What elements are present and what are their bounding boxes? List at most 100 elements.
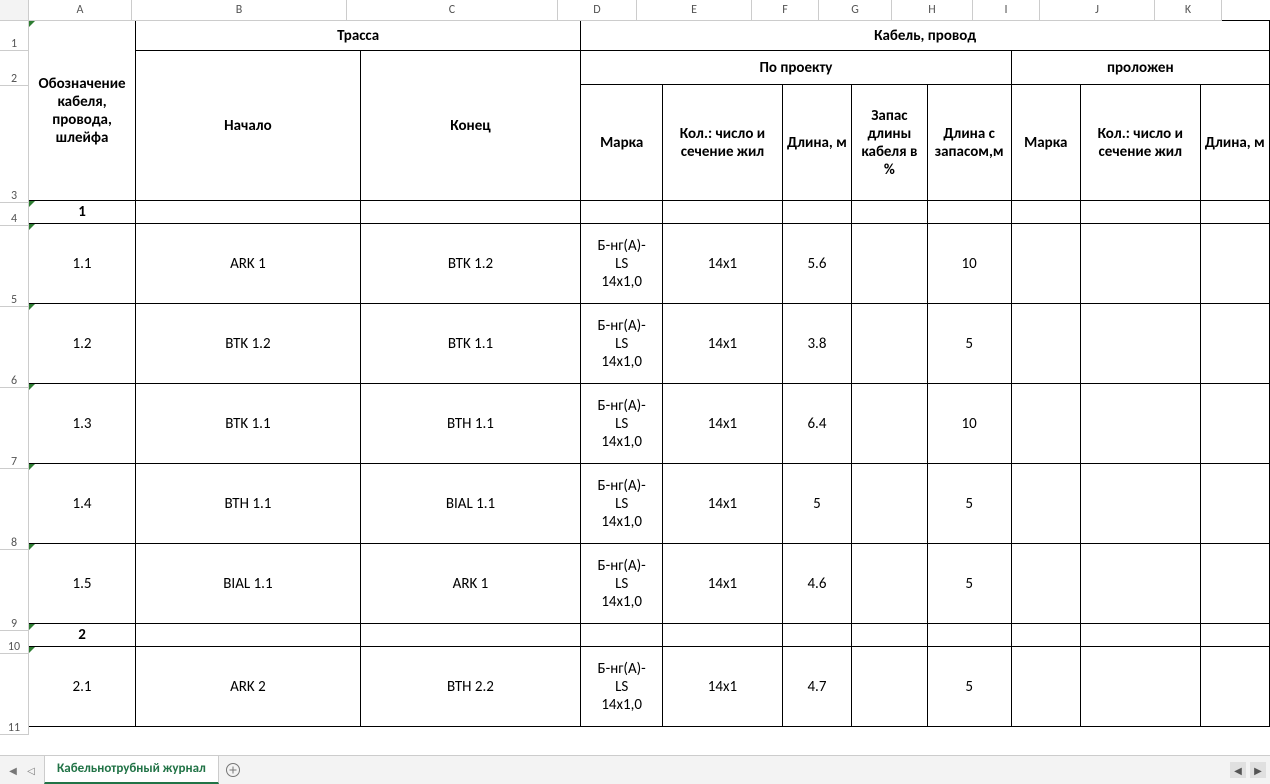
cell-H[interactable] <box>927 624 1011 647</box>
cell-C[interactable]: BTK 1.2 <box>360 224 580 304</box>
cell-F[interactable]: 5.6 <box>782 224 851 304</box>
cell-A[interactable]: 2.1 <box>29 647 136 727</box>
cell-F[interactable]: 4.7 <box>782 647 851 727</box>
cell-D[interactable]: Б-нг(А)-LS14х1,0 <box>581 647 663 727</box>
add-sheet-button[interactable] <box>219 756 247 784</box>
cell-G[interactable] <box>852 624 928 647</box>
cell-E[interactable]: 14х1 <box>663 544 783 624</box>
row-header-7[interactable]: 7 <box>0 388 29 469</box>
hscroll-left-icon[interactable]: ◀ <box>1230 762 1246 778</box>
cell-D[interactable]: Б-нг(А)-LS14х1,0 <box>581 544 663 624</box>
cell-A[interactable]: 1.5 <box>29 544 136 624</box>
row-header-5[interactable]: 5 <box>0 226 29 307</box>
cell-C[interactable]: ARK 1 <box>360 544 580 624</box>
cell-I[interactable] <box>1011 201 1080 224</box>
col-header-K[interactable]: K <box>1155 0 1222 21</box>
cell-K[interactable] <box>1200 201 1269 224</box>
row-header-11[interactable]: 11 <box>0 654 29 735</box>
cell-G[interactable] <box>852 647 928 727</box>
cell-F[interactable]: 3.8 <box>782 304 851 384</box>
cell-F[interactable]: 4.6 <box>782 544 851 624</box>
cell-J[interactable] <box>1080 384 1200 464</box>
cell-G[interactable] <box>852 384 928 464</box>
cell-E[interactable]: 14х1 <box>663 384 783 464</box>
cell-G[interactable] <box>852 224 928 304</box>
col-header-A[interactable]: A <box>29 0 132 21</box>
cell-G[interactable] <box>852 201 928 224</box>
col-header-B[interactable]: B <box>132 0 347 21</box>
cell-I[interactable] <box>1011 464 1080 544</box>
cell-B[interactable]: ARK 2 <box>136 647 361 727</box>
cell-I[interactable] <box>1011 304 1080 384</box>
cell-G[interactable] <box>852 304 928 384</box>
cell-K[interactable] <box>1200 624 1269 647</box>
col-header-E[interactable]: E <box>637 0 752 21</box>
cell-A[interactable]: 2 <box>29 624 136 647</box>
cell-I[interactable] <box>1011 384 1080 464</box>
cell-K[interactable] <box>1200 544 1269 624</box>
cell-H[interactable]: 10 <box>927 384 1011 464</box>
cell-D[interactable]: Б-нг(А)-LS14х1,0 <box>581 384 663 464</box>
cell-B[interactable]: BTH 1.1 <box>136 464 361 544</box>
cell-A[interactable]: 1.4 <box>29 464 136 544</box>
col-header-J[interactable]: J <box>1040 0 1155 21</box>
cell-H[interactable]: 5 <box>927 464 1011 544</box>
cell-J[interactable] <box>1080 647 1200 727</box>
row-header-3[interactable]: 3 <box>0 86 29 203</box>
cell-K[interactable] <box>1200 384 1269 464</box>
cell-K[interactable] <box>1200 304 1269 384</box>
cell-J[interactable] <box>1080 624 1200 647</box>
cell-G[interactable] <box>852 544 928 624</box>
cell-B[interactable] <box>136 201 361 224</box>
cell-C[interactable] <box>360 201 580 224</box>
hscroll-right-icon[interactable]: ▶ <box>1250 762 1266 778</box>
row-header-6[interactable]: 6 <box>0 307 29 388</box>
cell-I[interactable] <box>1011 544 1080 624</box>
cell-C[interactable]: BTH 2.2 <box>360 647 580 727</box>
row-header-2[interactable]: 2 <box>0 51 29 86</box>
cell-A[interactable]: 1 <box>29 201 136 224</box>
cell-J[interactable] <box>1080 304 1200 384</box>
cell-J[interactable] <box>1080 201 1200 224</box>
cell-E[interactable] <box>663 201 783 224</box>
col-header-C[interactable]: C <box>347 0 558 21</box>
cell-D[interactable] <box>581 624 663 647</box>
cell-J[interactable] <box>1080 544 1200 624</box>
cell-A[interactable]: 1.1 <box>29 224 136 304</box>
cell-C[interactable]: BTH 1.1 <box>360 384 580 464</box>
cell-I[interactable] <box>1011 224 1080 304</box>
nav-prev-icon[interactable]: ◁ <box>24 763 38 777</box>
cell-H[interactable]: 5 <box>927 304 1011 384</box>
cell-B[interactable]: BIAL 1.1 <box>136 544 361 624</box>
cell-J[interactable] <box>1080 464 1200 544</box>
row-header-4[interactable]: 4 <box>0 203 29 226</box>
cell-D[interactable]: Б-нг(А)-LS14х1,0 <box>581 304 663 384</box>
cell-C[interactable]: BTK 1.1 <box>360 304 580 384</box>
cell-A[interactable]: 1.2 <box>29 304 136 384</box>
col-header-H[interactable]: H <box>892 0 973 21</box>
sheet-tab-active[interactable]: Кабельнотрубный журнал <box>44 756 219 784</box>
cell-C[interactable] <box>360 624 580 647</box>
cell-F[interactable]: 6.4 <box>782 384 851 464</box>
cell-H[interactable]: 10 <box>927 224 1011 304</box>
cell-D[interactable]: Б-нг(А)-LS14х1,0 <box>581 224 663 304</box>
cell-E[interactable] <box>663 624 783 647</box>
col-header-I[interactable]: I <box>973 0 1040 21</box>
row-header-9[interactable]: 9 <box>0 550 29 631</box>
select-all-corner[interactable] <box>0 0 29 21</box>
col-header-G[interactable]: G <box>819 0 892 21</box>
cell-B[interactable]: BTK 1.2 <box>136 304 361 384</box>
cell-B[interactable] <box>136 624 361 647</box>
cell-H[interactable]: 5 <box>927 647 1011 727</box>
cell-E[interactable]: 14х1 <box>663 224 783 304</box>
cell-A[interactable]: 1.3 <box>29 384 136 464</box>
row-header-10[interactable]: 10 <box>0 631 29 654</box>
cell-J[interactable] <box>1080 224 1200 304</box>
sheet-area[interactable]: Обозначение кабеля, провода, шлейфа Трас… <box>28 20 1270 756</box>
cell-K[interactable] <box>1200 224 1269 304</box>
row-header-1[interactable]: 1 <box>0 20 29 51</box>
cell-K[interactable] <box>1200 464 1269 544</box>
cell-I[interactable] <box>1011 624 1080 647</box>
cell-B[interactable]: BTK 1.1 <box>136 384 361 464</box>
cell-E[interactable]: 14х1 <box>663 304 783 384</box>
